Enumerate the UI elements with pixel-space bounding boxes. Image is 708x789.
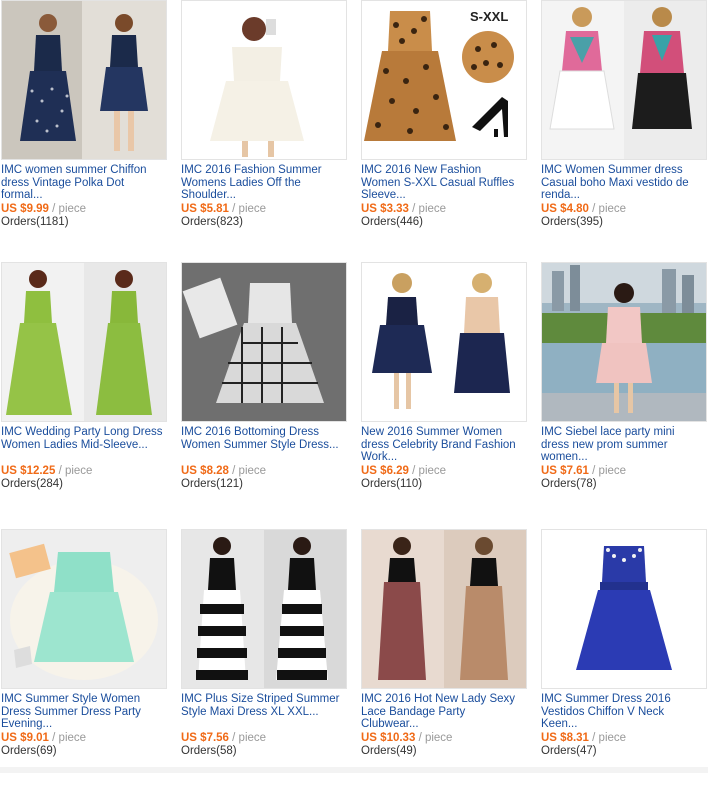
product-price: US $8.28 xyxy=(181,465,229,477)
product-card[interactable]: IMC women summer Chiffon dress Vintage P… xyxy=(0,0,168,260)
size-badge: S-XXL xyxy=(470,9,508,24)
product-image[interactable] xyxy=(541,529,707,689)
product-title[interactable]: IMC Summer Dress 2016 Vestidos Chiffon V… xyxy=(541,693,703,731)
product-orders: Orders(1181) xyxy=(1,216,69,228)
product-title[interactable]: IMC Wedding Party Long Dress Women Ladie… xyxy=(1,426,163,464)
product-orders: Orders(446) xyxy=(361,216,423,228)
product-title[interactable]: IMC Plus Size Striped Summer Style Maxi … xyxy=(181,693,343,731)
product-price: US $9.01 xyxy=(1,732,49,744)
price-row: US $12.25 / piece xyxy=(1,464,92,478)
price-row: US $9.01 / piece xyxy=(1,731,86,745)
product-orders: Orders(110) xyxy=(361,478,423,490)
product-title[interactable]: IMC Women Summer dress Casual boho Maxi … xyxy=(541,164,703,202)
price-row: US $8.31 / piece xyxy=(541,731,626,745)
product-image[interactable] xyxy=(181,262,347,422)
product-title[interactable]: IMC 2016 Bottoming Dress Women Summer St… xyxy=(181,426,343,464)
product-price: US $7.61 xyxy=(541,465,589,477)
product-price: US $4.80 xyxy=(541,203,589,215)
product-price: US $5.81 xyxy=(181,203,229,215)
product-card[interactable]: IMC Plus Size Striped Summer Style Maxi … xyxy=(180,529,348,789)
product-orders: Orders(284) xyxy=(1,478,63,490)
price-unit: / piece xyxy=(58,465,93,477)
product-orders: Orders(78) xyxy=(541,478,597,490)
product-price: US $6.29 xyxy=(361,465,409,477)
product-card[interactable]: IMC Summer Dress 2016 Vestidos Chiffon V… xyxy=(540,529,708,789)
price-unit: / piece xyxy=(52,203,87,215)
product-image[interactable] xyxy=(541,0,707,160)
product-card[interactable]: S-XXL IMC 2016 New Fashion Women S-XXL C… xyxy=(360,0,528,260)
price-row: US $3.33 / piece xyxy=(361,202,446,216)
product-card[interactable]: IMC 2016 Fashion Summer Womens Ladies Of… xyxy=(180,0,348,260)
product-orders: Orders(49) xyxy=(361,745,417,757)
product-orders: Orders(58) xyxy=(181,745,237,757)
product-image[interactable] xyxy=(361,262,527,422)
product-title[interactable]: IMC 2016 Fashion Summer Womens Ladies Of… xyxy=(181,164,343,202)
price-row: US $6.29 / piece xyxy=(361,464,446,478)
product-price: US $9.99 xyxy=(1,203,49,215)
price-row: US $8.28 / piece xyxy=(181,464,266,478)
product-title[interactable]: New 2016 Summer Women dress Celebrity Br… xyxy=(361,426,523,464)
price-row: US $5.81 / piece xyxy=(181,202,266,216)
product-price: US $3.33 xyxy=(361,203,409,215)
price-unit: / piece xyxy=(232,203,267,215)
product-image[interactable]: S-XXL xyxy=(361,0,527,160)
product-image[interactable] xyxy=(181,529,347,689)
product-image[interactable] xyxy=(181,0,347,160)
price-unit: / piece xyxy=(592,465,627,477)
price-row: US $4.80 / piece xyxy=(541,202,626,216)
product-orders: Orders(823) xyxy=(181,216,243,228)
product-title[interactable]: IMC women summer Chiffon dress Vintage P… xyxy=(1,164,163,202)
product-card[interactable]: IMC Summer Style Women Dress Summer Dres… xyxy=(0,529,168,789)
product-orders: Orders(395) xyxy=(541,216,603,228)
price-row: US $7.56 / piece xyxy=(181,731,266,745)
price-row: US $7.61 / piece xyxy=(541,464,626,478)
product-orders: Orders(69) xyxy=(1,745,57,757)
product-title[interactable]: IMC 2016 Hot New Lady Sexy Lace Bandage … xyxy=(361,693,523,731)
product-price: US $12.25 xyxy=(1,465,56,477)
price-unit: / piece xyxy=(412,203,447,215)
product-title[interactable]: IMC Summer Style Women Dress Summer Dres… xyxy=(1,693,163,731)
product-orders: Orders(121) xyxy=(181,478,243,490)
product-card[interactable]: IMC Siebel lace party mini dress new pro… xyxy=(540,262,708,522)
product-title[interactable]: IMC Siebel lace party mini dress new pro… xyxy=(541,426,703,464)
product-image[interactable] xyxy=(1,262,167,422)
product-price: US $7.56 xyxy=(181,732,229,744)
price-unit: / piece xyxy=(232,732,267,744)
product-card[interactable]: New 2016 Summer Women dress Celebrity Br… xyxy=(360,262,528,522)
price-row: US $10.33 / piece xyxy=(361,731,452,745)
product-card[interactable]: IMC 2016 Bottoming Dress Women Summer St… xyxy=(180,262,348,522)
price-unit: / piece xyxy=(592,732,627,744)
product-image[interactable] xyxy=(1,0,167,160)
product-price: US $10.33 xyxy=(361,732,416,744)
product-image[interactable] xyxy=(361,529,527,689)
price-unit: / piece xyxy=(52,732,87,744)
product-title[interactable]: IMC 2016 New Fashion Women S-XXL Casual … xyxy=(361,164,523,202)
product-card[interactable]: IMC Women Summer dress Casual boho Maxi … xyxy=(540,0,708,260)
product-price: US $8.31 xyxy=(541,732,589,744)
price-row: US $9.99 / piece xyxy=(1,202,86,216)
product-orders: Orders(47) xyxy=(541,745,597,757)
product-card[interactable]: IMC 2016 Hot New Lady Sexy Lace Bandage … xyxy=(360,529,528,789)
price-unit: / piece xyxy=(418,732,453,744)
price-unit: / piece xyxy=(412,465,447,477)
product-image[interactable] xyxy=(541,262,707,422)
price-unit: / piece xyxy=(232,465,267,477)
product-image[interactable] xyxy=(1,529,167,689)
price-unit: / piece xyxy=(592,203,627,215)
page-divider xyxy=(0,767,708,773)
product-card[interactable]: IMC Wedding Party Long Dress Women Ladie… xyxy=(0,262,168,522)
product-grid: IMC women summer Chiffon dress Vintage P… xyxy=(0,0,708,773)
